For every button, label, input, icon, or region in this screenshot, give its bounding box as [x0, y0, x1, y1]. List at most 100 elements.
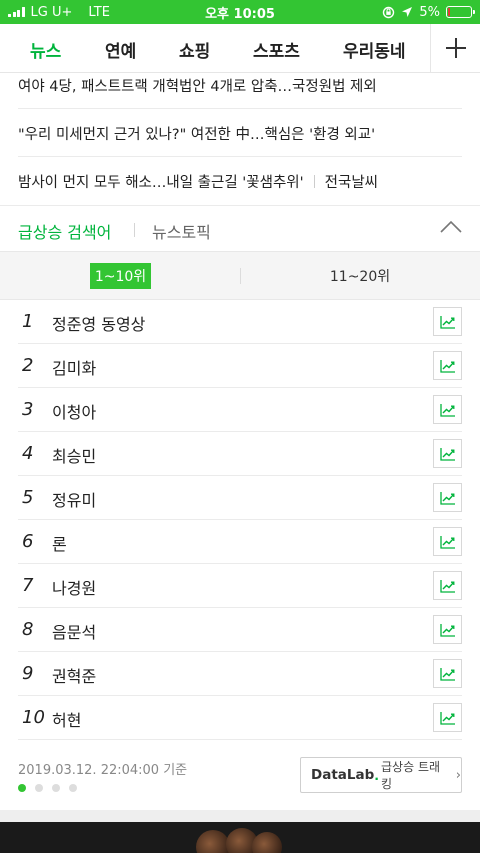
pager-dot[interactable]: [18, 784, 26, 792]
rank-item[interactable]: 9 권혁준: [18, 652, 462, 696]
rank-item[interactable]: 4 최승민: [18, 432, 462, 476]
status-bar: LG U+ LTE 오후 10:05 5%: [0, 0, 480, 24]
trend-chart-button[interactable]: [433, 351, 462, 380]
page-1-10-button[interactable]: 1~10위: [90, 263, 151, 289]
banner-shape: [196, 830, 230, 853]
carrier-name: LG U+: [30, 4, 73, 20]
tab-entertainment[interactable]: 연예: [105, 37, 136, 62]
rank-keyword[interactable]: 나경원: [52, 575, 96, 599]
pager-dot[interactable]: [35, 784, 43, 792]
divider: [18, 156, 462, 157]
plus-icon: [445, 38, 466, 58]
rank-item[interactable]: 5 정유미: [18, 476, 462, 520]
banner-image[interactable]: [0, 822, 480, 853]
rank-keyword[interactable]: 정유미: [52, 487, 96, 511]
location-arrow-icon: [402, 7, 413, 17]
banner-shape: [252, 832, 282, 853]
rank-item[interactable]: 8 음문석: [18, 608, 462, 652]
trend-chart-button[interactable]: [433, 703, 462, 732]
trend-chart-icon: [439, 711, 455, 725]
rank-page-toggle: 1~10위 11~20위: [0, 251, 480, 300]
tab-trending-searches[interactable]: 급상승 검색어: [18, 219, 111, 243]
rank-item[interactable]: 1 정준영 동영상: [18, 300, 462, 344]
ranking-footer: 2019.03.12. 22:04:00 기준 DataLab. 급상승 트래킹…: [0, 740, 480, 810]
rank-item[interactable]: 6 론: [18, 520, 462, 564]
rank-number: 7: [22, 575, 34, 596]
trend-chart-icon: [439, 359, 455, 373]
trend-chart-button[interactable]: [433, 307, 462, 336]
trend-chart-icon: [439, 491, 455, 505]
trend-chart-icon: [439, 667, 455, 681]
signal-icon: [8, 7, 25, 17]
rank-item[interactable]: 10 허현: [18, 696, 462, 740]
rank-number: 4: [22, 443, 34, 464]
pager-dot[interactable]: [69, 784, 77, 792]
add-tab-button[interactable]: [430, 24, 480, 72]
datalab-tracking-button[interactable]: DataLab. 급상승 트래킹 ›: [300, 757, 462, 793]
tab-news[interactable]: 뉴스: [30, 37, 61, 62]
tab-sports[interactable]: 스포츠: [253, 37, 300, 62]
divider: [313, 175, 315, 188]
trend-chart-button[interactable]: [433, 395, 462, 424]
rank-item[interactable]: 2 김미화: [18, 344, 462, 388]
rank-item[interactable]: 7 나경원: [18, 564, 462, 608]
chevron-up-icon[interactable]: [440, 220, 462, 234]
rank-number: 1: [22, 311, 34, 332]
battery-icon: [446, 6, 475, 18]
divider: [240, 268, 241, 284]
rank-number: 9: [22, 663, 34, 684]
pager-dot[interactable]: [52, 784, 60, 792]
page-11-20-button[interactable]: 11~20위: [300, 263, 420, 289]
rank-number: 8: [22, 619, 34, 640]
section-separator: [0, 810, 480, 822]
rank-number: 5: [22, 487, 34, 508]
headline-item[interactable]: 밤사이 먼지 모두 해소…내일 출근길 '꽃샘추위' 전국날씨: [18, 171, 462, 192]
network-type: LTE: [88, 4, 110, 20]
lock-rotation-icon: [383, 6, 395, 18]
trend-chart-button[interactable]: [433, 615, 462, 644]
battery-percent: 5%: [419, 4, 440, 20]
rank-keyword[interactable]: 음문석: [52, 619, 96, 643]
rank-keyword[interactable]: 최승민: [52, 443, 96, 467]
rank-number: 3: [22, 399, 34, 420]
tab-news-topics[interactable]: 뉴스토픽: [152, 219, 211, 243]
main-nav: 뉴스 연예 쇼핑 스포츠 우리동네: [0, 24, 480, 73]
trend-chart-button[interactable]: [433, 527, 462, 556]
ranking-header: 급상승 검색어 뉴스토픽: [0, 206, 480, 251]
rank-number: 10: [22, 707, 45, 728]
trend-chart-button[interactable]: [433, 483, 462, 512]
tab-shopping[interactable]: 쇼핑: [179, 37, 210, 62]
rank-keyword[interactable]: 론: [52, 531, 67, 555]
chevron-right-icon: ›: [455, 767, 461, 783]
trend-chart-icon: [439, 403, 455, 417]
headline-item[interactable]: 여야 4당, 패스트트랙 개혁법안 4개로 압축…국정원법 제외: [18, 75, 462, 96]
headline-text[interactable]: 밤사이 먼지 모두 해소…내일 출근길 '꽃샘추위': [18, 175, 304, 191]
tab-neighborhood[interactable]: 우리동네: [343, 37, 406, 62]
rank-item[interactable]: 3 이청아: [18, 388, 462, 432]
trend-chart-button[interactable]: [433, 439, 462, 468]
trend-chart-icon: [439, 579, 455, 593]
trend-chart-button[interactable]: [433, 571, 462, 600]
datalab-dot: .: [374, 767, 380, 783]
headline-item[interactable]: "우리 미세먼지 근거 있나?" 여전한 中…핵심은 '환경 외교': [18, 123, 462, 144]
trend-chart-button[interactable]: [433, 659, 462, 688]
weather-link[interactable]: 전국날씨: [325, 175, 378, 191]
rank-number: 6: [22, 531, 34, 552]
trend-chart-icon: [439, 623, 455, 637]
pager-dots: [18, 784, 77, 792]
ranking-timestamp: 2019.03.12. 22:04:00 기준: [18, 763, 188, 778]
battery-level: [448, 8, 450, 16]
divider: [134, 223, 135, 237]
trend-chart-icon: [439, 447, 455, 461]
rank-keyword[interactable]: 김미화: [52, 355, 96, 379]
status-right: 5%: [382, 4, 475, 20]
datalab-label: 급상승 트래킹: [381, 760, 441, 791]
datalab-logo: DataLab: [311, 767, 375, 783]
rank-keyword[interactable]: 이청아: [52, 399, 96, 423]
rank-keyword[interactable]: 허현: [52, 707, 81, 731]
divider: [18, 108, 462, 109]
rank-keyword[interactable]: 권혁준: [52, 663, 96, 687]
rank-keyword[interactable]: 정준영 동영상: [52, 311, 145, 335]
trend-chart-icon: [439, 535, 455, 549]
trend-chart-icon: [439, 315, 455, 329]
